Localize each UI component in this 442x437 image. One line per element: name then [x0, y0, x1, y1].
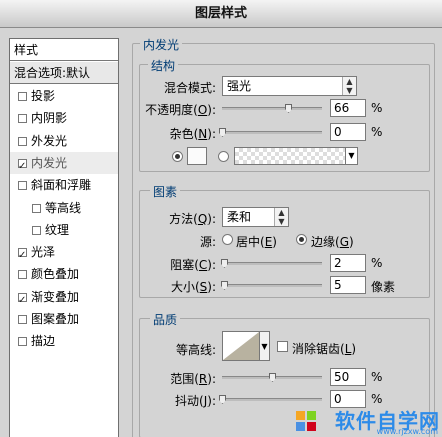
range-input[interactable]: 50	[330, 368, 366, 386]
style-item-label: 渐变叠加	[31, 289, 80, 304]
style-checkbox[interactable]	[18, 181, 27, 191]
style-item-4[interactable]: 斜面和浮雕	[10, 174, 118, 196]
source-edge-radio[interactable]	[296, 234, 307, 245]
updown-arrow-icon: ▲ ▼	[342, 77, 356, 95]
style-checkbox[interactable]	[18, 92, 27, 101]
updown-arrow-icon: ▲ ▼	[274, 208, 288, 226]
range-unit: %	[371, 370, 383, 384]
style-item-2[interactable]: 外发光	[10, 130, 118, 152]
blend-options-item[interactable]: 混合选项:默认	[10, 62, 118, 84]
style-item-label: 内阴影	[31, 111, 68, 126]
style-item-11[interactable]: 描边	[10, 330, 118, 352]
dialog-body: 样式 混合选项:默认 投影内阴影外发光内发光斜面和浮雕等高线纹理光泽颜色叠加渐变…	[0, 28, 442, 437]
opacity-label: 不透明度(O):	[145, 103, 216, 117]
elements-title: 图素	[150, 183, 181, 200]
styles-header[interactable]: 样式	[10, 39, 118, 61]
style-item-label: 内发光	[31, 155, 68, 170]
style-checkbox[interactable]	[18, 136, 27, 146]
size-unit: 像素	[371, 280, 396, 294]
contour-preview[interactable]	[222, 331, 260, 361]
range-label: 范围(R):	[170, 372, 216, 386]
opacity-input[interactable]: 66	[330, 99, 366, 117]
jitter-slider[interactable]	[219, 395, 322, 404]
dialog-title: 图层样式	[0, 0, 442, 28]
style-item-label: 等高线	[45, 200, 82, 215]
structure-title: 结构	[148, 57, 179, 74]
source-edge-label: 边缘(G)	[311, 235, 354, 249]
chevron-down-icon[interactable]: ▼	[260, 331, 270, 361]
source-label: 源:	[199, 235, 216, 249]
noise-unit: %	[371, 125, 383, 139]
contour-label: 等高线:	[175, 343, 216, 357]
gradient-picker[interactable]: ▼	[234, 147, 358, 165]
style-checkbox[interactable]	[18, 290, 27, 312]
range-slider[interactable]	[222, 373, 322, 382]
choke-unit: %	[371, 256, 383, 270]
style-item-0[interactable]: 投影	[10, 85, 118, 107]
style-checkbox[interactable]	[18, 337, 27, 347]
style-item-1[interactable]: 内阴影	[10, 107, 118, 129]
style-checkbox[interactable]	[18, 270, 27, 280]
noise-input[interactable]: 0	[330, 123, 366, 141]
size-slider[interactable]	[221, 281, 322, 290]
contour-curve-icon	[223, 332, 259, 360]
method-select[interactable]: 柔和 ▲ ▼	[222, 207, 289, 227]
style-item-3[interactable]: 内发光	[10, 151, 118, 178]
style-item-8[interactable]: 颜色叠加	[10, 263, 118, 285]
jitter-unit: %	[371, 392, 383, 406]
antialias-checkbox[interactable]	[277, 341, 288, 352]
style-checkbox[interactable]	[18, 156, 27, 178]
style-item-label: 描边	[31, 334, 56, 349]
choke-slider[interactable]	[221, 259, 322, 268]
choke-label: 阻塞(C):	[170, 258, 216, 272]
style-item-label: 外发光	[31, 133, 68, 148]
style-checkbox[interactable]	[18, 245, 27, 267]
style-item-label: 斜面和浮雕	[31, 178, 92, 193]
quality-title: 品质	[150, 311, 181, 328]
color-radio[interactable]	[172, 151, 183, 162]
choke-input[interactable]: 2	[330, 254, 366, 272]
method-label: 方法(Q):	[169, 212, 216, 226]
opacity-slider[interactable]	[222, 104, 322, 113]
blend-mode-value: 强光	[227, 79, 252, 93]
style-item-6[interactable]: 纹理	[10, 219, 118, 241]
style-item-label: 颜色叠加	[31, 267, 80, 282]
site-watermark: 软件自学网 www.rjzxw.com	[292, 407, 442, 437]
style-checkbox[interactable]	[32, 225, 41, 235]
blend-mode-select[interactable]: 强光 ▲ ▼	[222, 76, 357, 96]
style-checkbox[interactable]	[18, 114, 27, 124]
inner-glow-title: 内发光	[140, 36, 183, 53]
style-item-5[interactable]: 等高线	[10, 197, 118, 219]
gradient-radio[interactable]	[218, 151, 229, 162]
jitter-label: 抖动(J):	[175, 394, 216, 408]
style-item-10[interactable]: 图案叠加	[10, 308, 118, 330]
style-checkbox[interactable]	[32, 203, 41, 213]
antialias-label: 消除锯齿(L)	[292, 342, 357, 356]
style-checkbox[interactable]	[18, 315, 27, 324]
method-value: 柔和	[227, 210, 252, 224]
style-item-label: 图案叠加	[31, 312, 80, 326]
glow-color-swatch[interactable]	[187, 147, 207, 165]
source-center-radio[interactable]	[222, 234, 233, 245]
style-item-7[interactable]: 光泽	[10, 241, 118, 267]
noise-slider[interactable]	[219, 128, 322, 137]
chevron-down-icon: ▼	[345, 148, 357, 164]
style-item-9[interactable]: 渐变叠加	[10, 286, 118, 312]
style-item-label: 纹理	[45, 222, 70, 237]
style-item-label: 投影	[31, 89, 56, 103]
site-logo-icon	[296, 411, 316, 431]
noise-label: 杂色(N):	[169, 127, 216, 141]
opacity-unit: %	[371, 101, 383, 115]
size-input[interactable]: 5	[330, 276, 366, 294]
size-label: 大小(S):	[170, 280, 216, 294]
style-item-label: 光泽	[31, 245, 56, 260]
watermark-url: www.rjzxw.com	[376, 427, 438, 436]
source-center-label: 居中(E)	[236, 235, 277, 249]
styles-list: 样式 混合选项:默认 投影内阴影外发光内发光斜面和浮雕等高线纹理光泽颜色叠加渐变…	[9, 38, 119, 437]
blend-mode-label: 混合模式:	[163, 81, 216, 95]
